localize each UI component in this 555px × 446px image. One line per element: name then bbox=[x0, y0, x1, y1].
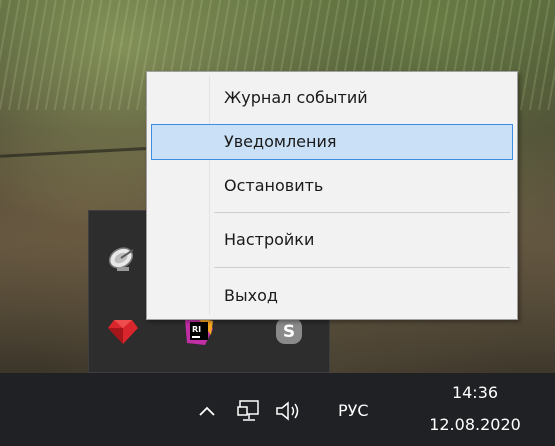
network-icon[interactable] bbox=[234, 397, 264, 425]
clock-date[interactable]: 12.08.2020 bbox=[410, 415, 540, 434]
clock-time[interactable]: 14:36 bbox=[420, 383, 530, 402]
svg-text:S: S bbox=[283, 322, 295, 342]
menu-item-label: Остановить bbox=[224, 176, 324, 195]
ruby-icon[interactable] bbox=[103, 311, 143, 351]
volume-icon[interactable] bbox=[272, 397, 306, 425]
menu-item-settings[interactable]: Настройки bbox=[151, 222, 513, 258]
menu-item-notifications[interactable]: Уведомления bbox=[151, 124, 513, 160]
menu-item-event-log[interactable]: Журнал событий bbox=[151, 80, 513, 116]
menu-item-label: Настройки bbox=[224, 230, 315, 249]
satellite-dish-icon[interactable] bbox=[103, 239, 143, 279]
input-language-indicator[interactable]: РУС bbox=[338, 397, 369, 425]
menu-separator bbox=[214, 212, 510, 213]
menu-item-label: Уведомления bbox=[224, 132, 337, 151]
context-menu: Журнал событий Уведомления Остановить На… bbox=[146, 71, 518, 320]
menu-item-label: Выход bbox=[224, 286, 278, 305]
menu-item-exit[interactable]: Выход bbox=[151, 278, 513, 314]
menu-item-stop[interactable]: Остановить bbox=[151, 168, 513, 204]
taskbar: РУС 14:36 12.08.2020 bbox=[0, 373, 555, 446]
menu-separator bbox=[214, 267, 510, 268]
chevron-up-icon[interactable] bbox=[196, 399, 218, 423]
svg-text:RI: RI bbox=[192, 325, 201, 334]
menu-item-label: Журнал событий bbox=[224, 88, 368, 107]
